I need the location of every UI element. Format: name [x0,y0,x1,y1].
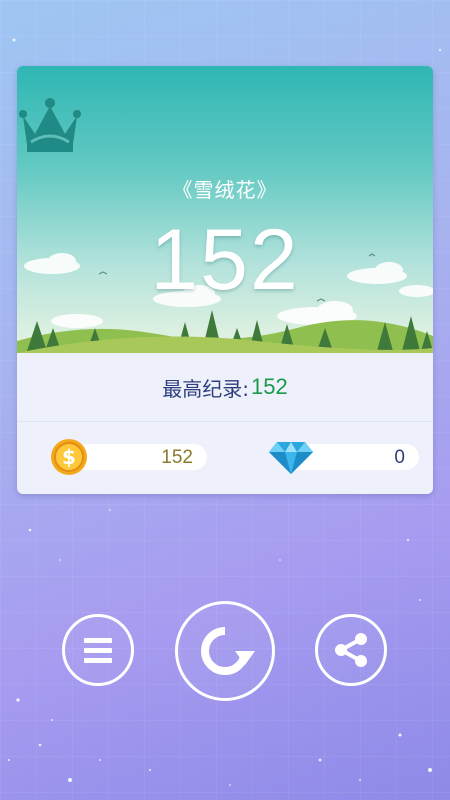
menu-button[interactable] [62,614,134,686]
score-value: 152 [150,212,300,308]
coin-counter: 152 [67,444,207,470]
coin-count: 152 [161,447,193,468]
landscape-banner: 《雪绒花》 152 [17,66,433,353]
coin-icon: $ [51,439,87,475]
best-record-value: 152 [251,374,288,399]
gem-count: 0 [394,447,405,468]
diamond-icon [269,442,313,474]
share-button[interactable] [315,614,387,686]
result-card: 《雪绒花》 152 最高纪录: 152 152 $ 0 [17,66,433,494]
retry-button[interactable] [175,601,275,701]
level-title: 《雪绒花》 [172,178,278,202]
menu-icon [84,638,112,663]
best-record-row: 最高纪录: 152 [17,353,433,422]
share-icon [335,633,367,667]
retry-icon [201,627,255,675]
crown-icon [19,98,81,152]
best-record-label: 最高纪录: [162,376,250,401]
svg-text:$: $ [62,445,76,469]
